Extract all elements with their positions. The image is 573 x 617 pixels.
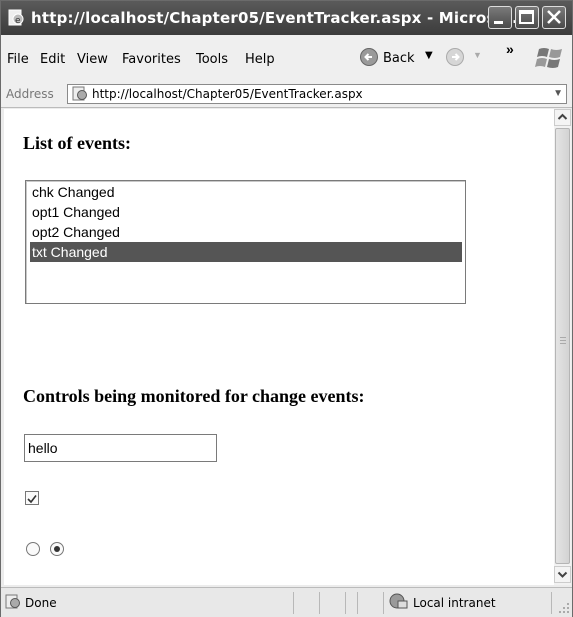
back-dropdown-icon[interactable]: ▼ <box>425 50 433 61</box>
toolbar-chevron[interactable]: » <box>506 41 514 57</box>
svg-text:e: e <box>15 16 21 26</box>
resize-grip-icon[interactable] <box>557 601 571 615</box>
forward-dropdown-icon[interactable]: ▼ <box>473 50 482 60</box>
maximize-button[interactable] <box>515 6 539 29</box>
radio-selected-dot <box>54 546 60 552</box>
page-content: List of events: chk Changed opt1 Changed… <box>4 109 554 585</box>
list-item[interactable]: chk Changed <box>30 182 462 202</box>
address-input[interactable]: http://localhost/Chapter05/EventTracker.… <box>67 84 567 104</box>
monitored-checkbox[interactable] <box>25 491 39 505</box>
status-text: Done <box>25 596 57 610</box>
title-bar[interactable]: e http://localhost/Chapter05/EventTracke… <box>1 1 572 35</box>
list-item[interactable]: opt2 Changed <box>30 222 462 242</box>
menu-view[interactable]: View <box>77 52 108 67</box>
controls-heading: Controls being monitored for change even… <box>23 386 365 406</box>
menu-bar: File Edit View Favorites Tools Help Back… <box>1 35 572 82</box>
radio-option-1[interactable] <box>26 542 40 556</box>
menu-edit[interactable]: Edit <box>40 52 65 67</box>
scroll-down-icon[interactable] <box>554 566 571 583</box>
windows-logo-icon <box>535 48 562 68</box>
back-arrow-icon <box>360 48 378 66</box>
address-dropdown-icon[interactable]: ▼ <box>553 88 563 99</box>
address-label: Address <box>6 87 54 101</box>
address-bar: Address http://localhost/Chapter05/Event… <box>1 81 572 108</box>
monitored-textbox[interactable]: hello <box>24 434 217 462</box>
forward-arrow-icon[interactable] <box>445 47 465 67</box>
scroll-up-icon[interactable] <box>554 109 571 126</box>
page-icon <box>72 86 87 101</box>
intranet-zone-icon <box>389 593 408 609</box>
checkmark-icon <box>27 495 37 504</box>
events-heading: List of events: <box>23 133 131 153</box>
scroll-thumb[interactable] <box>555 128 570 564</box>
minimize-button[interactable] <box>488 6 512 29</box>
close-button[interactable] <box>542 6 566 29</box>
vertical-scrollbar[interactable] <box>554 109 571 585</box>
ie-page-icon: e <box>7 9 25 27</box>
menu-tools[interactable]: Tools <box>196 52 228 67</box>
security-zone-text: Local intranet <box>413 596 496 610</box>
list-item[interactable]: opt1 Changed <box>30 202 462 222</box>
events-listbox[interactable]: chk Changed opt1 Changed opt2 Changed tx… <box>25 180 466 304</box>
radio-option-2[interactable] <box>50 542 64 556</box>
status-bar: Done Local intranet <box>1 587 572 617</box>
page-done-icon <box>5 594 20 609</box>
list-item-selected[interactable]: txt Changed <box>30 242 462 262</box>
back-label: Back <box>383 51 415 66</box>
window-title: http://localhost/Chapter05/EventTracker.… <box>31 9 524 27</box>
browser-window: e http://localhost/Chapter05/EventTracke… <box>0 0 573 617</box>
menu-favorites[interactable]: Favorites <box>122 52 181 67</box>
menu-file[interactable]: File <box>7 52 29 67</box>
address-url: http://localhost/Chapter05/EventTracker.… <box>92 87 363 101</box>
menu-help[interactable]: Help <box>245 52 275 67</box>
